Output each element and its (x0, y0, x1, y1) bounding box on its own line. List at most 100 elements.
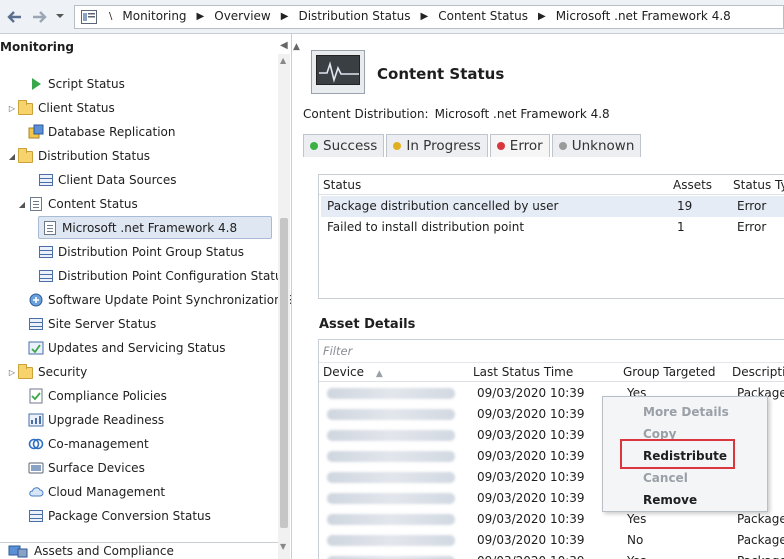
table-row[interactable]: 09/03/2020 10:39 No Package d (319, 530, 784, 551)
nav-item-label: Security (38, 365, 88, 379)
breadcrumb-package[interactable]: Microsoft .net Framework 4.8 (556, 9, 731, 23)
nav-scrollbar[interactable]: ▲ ▼ (278, 54, 290, 559)
chevron-right-icon[interactable]: ▶ (421, 11, 429, 22)
scrollbar-thumb[interactable] (280, 218, 288, 528)
nav-item-site-server-status[interactable]: Site Server Status (16, 313, 156, 335)
nav-item-label: Script Status (48, 77, 125, 91)
back-arrow-icon[interactable] (6, 8, 24, 26)
column-header-device[interactable]: Device ▲ (323, 362, 383, 382)
expand-arrow-icon[interactable]: ▷ (6, 368, 18, 377)
nav-item-label: Client Status (38, 101, 115, 115)
column-header-status-type[interactable]: Status Typ (733, 175, 784, 195)
nav-item-client-data-sources[interactable]: Client Data Sources (26, 169, 177, 191)
chevron-right-icon[interactable]: ▶ (281, 11, 289, 22)
expand-arrow-icon[interactable]: ▷ (6, 104, 18, 113)
menu-item-cancel: Cancel (643, 471, 688, 485)
menu-item-remove[interactable]: Remove (643, 493, 697, 507)
nav-item-compliance-policies[interactable]: Compliance Policies (16, 385, 167, 407)
nav-item-surface-devices[interactable]: Surface Devices (16, 457, 145, 479)
filter-input[interactable]: Filter (323, 344, 352, 358)
column-header-assets[interactable]: Assets (673, 175, 713, 195)
nav-section-assets-compliance[interactable]: Assets and Compliance (0, 542, 278, 559)
cell-status[interactable]: Failed to install distribution point (327, 217, 524, 238)
nav-item-distribution-status[interactable]: ◢ Distribution Status (6, 145, 150, 167)
collapse-pane-icon[interactable]: ◀ (280, 40, 288, 51)
nav-item-security[interactable]: ▷ Security (6, 361, 87, 383)
tab-error[interactable]: Error (489, 134, 550, 157)
cell-description: Package d (737, 551, 784, 559)
collapse-arrow-icon[interactable]: ◢ (16, 200, 28, 209)
cell-last-status-time: 09/03/2020 10:39 (477, 512, 585, 526)
table-row[interactable]: 09/03/2020 10:39 Yes Package d (319, 551, 784, 559)
nav-item-label: Package Conversion Status (48, 509, 211, 523)
nav-item-dp-group-status[interactable]: Distribution Point Group Status (26, 241, 244, 263)
cell-last-status-time: 09/03/2020 10:39 (477, 470, 585, 484)
collapse-arrow-icon[interactable]: ◢ (6, 152, 18, 161)
column-header-description[interactable]: Descripti (732, 362, 784, 382)
nav-item-label: Database Replication (48, 125, 176, 139)
chevron-right-icon[interactable]: ▶ (197, 11, 205, 22)
tab-in-progress[interactable]: In Progress (386, 134, 488, 157)
cell-last-status-time: 09/03/2020 10:39 (477, 449, 585, 463)
console-root-icon[interactable] (81, 10, 97, 24)
nav-item-label: Site Server Status (48, 317, 157, 331)
nav-item-label: Cloud Management (48, 485, 166, 499)
compliance-icon (28, 388, 44, 404)
nav-item-upgrade-readiness[interactable]: Upgrade Readiness (16, 409, 164, 431)
nav-item-dp-configuration-status[interactable]: Distribution Point Configuration Status (26, 265, 289, 287)
cell-last-status-time: 09/03/2020 10:39 (477, 491, 585, 505)
unknown-status-icon (558, 142, 567, 150)
nav-item-cloud-management[interactable]: Cloud Management (16, 481, 165, 503)
breadcrumb-root-separator: \ (109, 10, 113, 22)
chevron-up-icon[interactable]: ▲ (293, 42, 300, 52)
nav-item-sup-sync-status[interactable]: Software Update Point Synchronization St… (16, 289, 292, 311)
device-name-redacted (327, 409, 455, 420)
cell-group-targeted: Yes (627, 551, 646, 559)
sync-icon (28, 292, 44, 308)
content-status-header-icon (311, 50, 365, 94)
nav-item-database-replication[interactable]: Database Replication (16, 121, 175, 143)
nav-pane-title: Monitoring (0, 40, 74, 54)
nav-item-label: Software Update Point Synchronization St… (48, 293, 292, 307)
scroll-up-icon[interactable]: ▲ (280, 56, 286, 65)
breadcrumb-content-status[interactable]: Content Status (438, 9, 528, 23)
tab-unknown[interactable]: Unknown (551, 134, 642, 157)
forward-arrow-icon[interactable] (30, 8, 48, 26)
nav-item-microsoft-net-framework[interactable]: Microsoft .net Framework 4.8 (38, 216, 272, 239)
column-header-last-status-time[interactable]: Last Status Time (473, 362, 573, 382)
breadcrumb-distribution-status[interactable]: Distribution Status (298, 9, 410, 23)
folder-icon (18, 100, 34, 116)
breadcrumb-monitoring[interactable]: Monitoring (122, 9, 186, 23)
breadcrumb[interactable]: \ Monitoring ▶ Overview ▶ Distribution S… (74, 5, 784, 29)
tab-success[interactable]: Success (303, 134, 385, 157)
breadcrumb-overview[interactable]: Overview (214, 9, 271, 23)
device-name-redacted (327, 451, 455, 462)
nav-item-content-status[interactable]: ◢ Content Status (16, 193, 138, 215)
column-header-group-targeted[interactable]: Group Targeted (623, 362, 715, 382)
subtitle-value: Microsoft .net Framework 4.8 (434, 107, 610, 121)
cell-group-targeted: Yes (627, 512, 647, 526)
nav-section-label: Assets and Compliance (34, 544, 174, 558)
cell-last-status-time: 09/03/2020 10:39 (477, 386, 585, 400)
data-sources-icon (38, 172, 54, 188)
in-progress-status-icon (393, 142, 402, 150)
tab-label: Error (509, 138, 543, 154)
device-name-redacted (327, 388, 455, 399)
history-dropdown-icon[interactable] (55, 12, 65, 22)
folder-icon (18, 364, 34, 380)
nav-item-package-conversion-status[interactable]: Package Conversion Status (16, 505, 211, 527)
nav-item-client-status[interactable]: ▷ Client Status (6, 97, 115, 119)
dp-group-icon (38, 244, 54, 260)
package-conversion-icon (28, 508, 44, 524)
error-status-icon (496, 142, 505, 150)
nav-item-label: Surface Devices (48, 461, 145, 475)
scroll-down-icon[interactable]: ▼ (280, 542, 286, 551)
nav-item-co-management[interactable]: Co-management (16, 433, 149, 455)
nav-item-updates-servicing[interactable]: Updates and Servicing Status (16, 337, 226, 359)
column-header-status[interactable]: Status (323, 175, 362, 195)
sort-ascending-icon: ▲ (375, 369, 383, 379)
chevron-right-icon[interactable]: ▶ (538, 11, 546, 22)
table-row[interactable]: 09/03/2020 10:39 Yes Package d (319, 509, 784, 530)
nav-item-script-status[interactable]: Script Status (16, 73, 125, 95)
nav-item-label: Microsoft .net Framework 4.8 (62, 220, 238, 235)
